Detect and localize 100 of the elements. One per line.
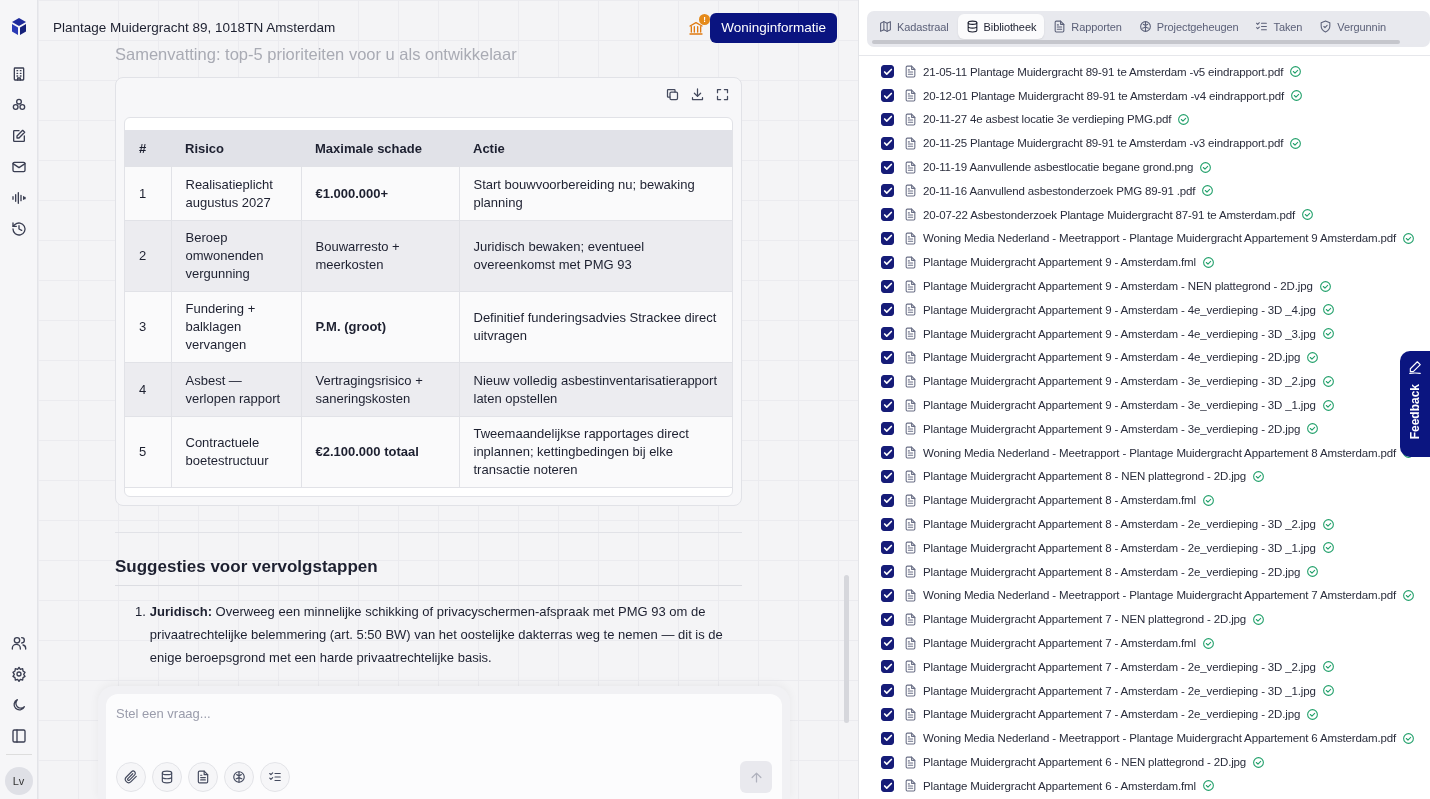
database-button[interactable]	[152, 762, 182, 792]
edit-icon[interactable]	[10, 128, 27, 144]
file-name[interactable]: 20-12-01 Plantage Muidergracht 89-91 te Amsterdam -v4 eindrapport.pdf	[923, 89, 1285, 102]
panel-tab[interactable]: Projectgeheugen	[1130, 14, 1247, 39]
checkbox[interactable]	[881, 374, 894, 388]
document-icon	[1053, 20, 1067, 33]
file-name[interactable]: Plantage Muidergracht Appartement 9 - Amsterdam - 3e_verdieping - 2D.jpg	[923, 422, 1301, 435]
checkbox[interactable]	[881, 779, 894, 793]
checkbox[interactable]	[881, 208, 894, 222]
checkbox[interactable]	[881, 184, 894, 198]
sidebar-icon[interactable]	[10, 728, 27, 744]
file-name[interactable]: 20-07-22 Asbestonderzoek Plantage Muidergracht 87-91 te Amsterdam.pdf	[923, 208, 1295, 221]
file-name[interactable]: Plantage Muidergracht Appartement 8 - Amsterdam.fml	[923, 494, 1196, 507]
checkbox[interactable]	[881, 303, 894, 317]
checkbox[interactable]	[881, 422, 894, 436]
checkbox[interactable]	[881, 684, 894, 698]
settings-icon[interactable]	[10, 666, 27, 682]
checkbox[interactable]	[881, 113, 894, 126]
checkbox[interactable]	[881, 350, 894, 364]
table-cell: Vertragingsrisico + saneringskosten	[301, 362, 459, 417]
checkbox[interactable]	[881, 255, 894, 269]
panel-tab[interactable]: Rapporten	[1045, 14, 1130, 39]
file-name[interactable]: Plantage Muidergracht Appartement 9 - Amsterdam - 4e_verdieping - 3D _4.jpg	[923, 303, 1316, 316]
checkbox[interactable]	[881, 541, 894, 555]
bank-icon[interactable]	[688, 19, 705, 36]
file-name[interactable]: 21-05-11 Plantage Muidergracht 89-91 te Amsterdam -v5 eindrapport.pdf	[923, 65, 1284, 78]
file-name[interactable]: Plantage Muidergracht Appartement 6 - Amsterdam.fml	[923, 779, 1196, 792]
table-cell: 2	[125, 220, 171, 292]
brain-button[interactable]	[224, 762, 254, 792]
download-icon[interactable]	[690, 87, 705, 102]
checkbox[interactable]	[881, 160, 894, 174]
history-icon[interactable]	[10, 221, 27, 237]
checklist-icon	[1255, 20, 1269, 33]
mail-icon[interactable]	[10, 159, 27, 175]
file-name[interactable]: Plantage Muidergracht Appartement 7 - NEN plattegrond - 2D.jpg	[923, 613, 1247, 626]
checkbox[interactable]	[881, 279, 894, 293]
question-input[interactable]: Stel een vraag...	[116, 706, 772, 721]
file-name[interactable]: Plantage Muidergracht Appartement 9 - Amsterdam - 4e_verdieping - 3D _3.jpg	[923, 327, 1316, 340]
checkbox[interactable]	[881, 517, 894, 531]
checkbox[interactable]	[881, 398, 894, 412]
checkbox[interactable]	[881, 493, 894, 507]
scrollbar-thumb[interactable]	[844, 575, 849, 723]
woninginformatie-button[interactable]: Woninginformatie	[710, 12, 837, 43]
checkbox[interactable]	[881, 565, 894, 579]
checkbox[interactable]	[881, 231, 894, 245]
checkbox[interactable]	[881, 707, 894, 721]
file-name[interactable]: 20-11-16 Aanvullend asbestonderzoek PMG 89-91 .pdf	[923, 184, 1196, 197]
table-cell: Asbest — verlopen rapport	[171, 362, 301, 417]
panel-tab[interactable]: Kadastraal	[871, 14, 957, 39]
file-name[interactable]: Plantage Muidergracht Appartement 8 - Amsterdam - 2e_verdieping - 3D _1.jpg	[923, 541, 1316, 554]
file-name[interactable]: Plantage Muidergracht Appartement 8 - Amsterdam - 2e_verdieping - 2D.jpg	[923, 565, 1301, 578]
file-name[interactable]: Plantage Muidergracht Appartement 9 - Amsterdam - 3e_verdieping - 3D _2.jpg	[923, 375, 1316, 388]
user-avatar[interactable]: Lv	[4, 767, 33, 795]
suggestion-text: Juridisch: Overweeg een minnelijke schikking of privacyschermen-afspraak met PMG 93 om de privaatrechtelijke belemmering (art. 5:50 BW) van het oostelijke dakterras weg te nemen — dit is de enige beroepsgrond met een harde privaatrechtelijke basis.	[149, 603, 724, 667]
checkbox[interactable]	[881, 755, 894, 769]
cluster-icon[interactable]	[10, 97, 27, 113]
file-name[interactable]: Plantage Muidergracht Appartement 8 - NEN plattegrond - 2D.jpg	[923, 470, 1247, 483]
file-icon	[904, 327, 917, 341]
users-icon[interactable]	[10, 635, 27, 651]
file-name[interactable]: Woning Media Nederland - Meetrapport - Plantage Muidergracht Appartement 9 Amsterdam.pdf	[923, 232, 1397, 245]
file-name[interactable]: 20-11-25 Plantage Muidergracht 89-91 te Amsterdam -v3 eindrapport.pdf	[923, 137, 1284, 150]
checkbox[interactable]	[881, 327, 894, 341]
attach-button[interactable]	[116, 762, 146, 792]
scrollbar-thumb[interactable]	[872, 40, 1400, 44]
file-name[interactable]: Plantage Muidergracht Appartement 9 - Amsterdam.fml	[923, 256, 1196, 269]
file-name[interactable]: Woning Media Nederland - Meetrapport - Plantage Muidergracht Appartement 6 Amsterdam.pdf	[923, 732, 1397, 745]
file-name[interactable]: Plantage Muidergracht Appartement 9 - Amsterdam - 4e_verdieping - 2D.jpg	[923, 351, 1301, 364]
feedback-tab[interactable]: Feedback	[1400, 351, 1430, 457]
file-name[interactable]: Plantage Muidergracht Appartement 6 - NEN plattegrond - 2D.jpg	[923, 756, 1247, 768]
checkbox[interactable]	[881, 660, 894, 674]
file-icon	[904, 160, 917, 174]
logo-icon[interactable]	[9, 16, 28, 36]
file-name[interactable]: 20-11-27 4e asbest locatie 3e verdieping PMG.pdf	[923, 113, 1172, 126]
panel-tab[interactable]: Taken	[1247, 14, 1311, 39]
checkbox[interactable]	[881, 731, 894, 745]
checkbox[interactable]	[881, 446, 894, 460]
file-name[interactable]: Woning Media Nederland - Meetrapport - Plantage Muidergracht Appartement 8 Amsterdam.pdf	[923, 446, 1397, 459]
panel-tab[interactable]: Vergunnin	[1311, 14, 1394, 39]
file-name[interactable]: Plantage Muidergracht Appartement 9 - Amsterdam - 3e_verdieping - 3D _1.jpg	[923, 399, 1316, 412]
checkbox[interactable]	[881, 65, 894, 79]
file-name[interactable]: Plantage Muidergracht Appartement 7 - Amsterdam.fml	[923, 637, 1196, 649]
file-name[interactable]: 20-11-19 Aanvullende asbestlocatie begane grond.png	[923, 161, 1194, 174]
checkbox[interactable]	[881, 636, 894, 650]
checkbox[interactable]	[881, 612, 894, 626]
waveform-icon[interactable]	[10, 190, 27, 206]
file-name[interactable]: Plantage Muidergracht Appartement 7 - Amsterdam - 2e_verdieping - 3D _1.jpg	[923, 684, 1316, 697]
copy-icon[interactable]	[665, 87, 680, 102]
file-name[interactable]: Plantage Muidergracht Appartement 8 - Amsterdam - 2e_verdieping - 3D _2.jpg	[923, 518, 1316, 531]
expand-icon[interactable]	[715, 87, 730, 102]
file-name[interactable]: Woning Media Nederland - Meetrapport - Plantage Muidergracht Appartement 7 Amsterdam.pdf	[923, 589, 1397, 602]
file-name[interactable]: Plantage Muidergracht Appartement 9 - Amsterdam - NEN plattegrond - 2D.jpg	[923, 280, 1313, 293]
file-name[interactable]: Plantage Muidergracht Appartement 7 - Amsterdam - 2e_verdieping - 3D _2.jpg	[923, 660, 1316, 673]
document-button[interactable]	[188, 762, 218, 792]
checkbox[interactable]	[881, 588, 894, 602]
file-name[interactable]: Plantage Muidergracht Appartement 7 - Amsterdam - 2e_verdieping - 2D.jpg	[923, 708, 1301, 721]
checkbox[interactable]	[881, 89, 894, 103]
checkbox[interactable]	[881, 469, 894, 483]
checkbox[interactable]	[881, 136, 894, 150]
panel-tab[interactable]: Bibliotheek	[957, 14, 1045, 39]
checklist-button[interactable]	[260, 762, 290, 792]
